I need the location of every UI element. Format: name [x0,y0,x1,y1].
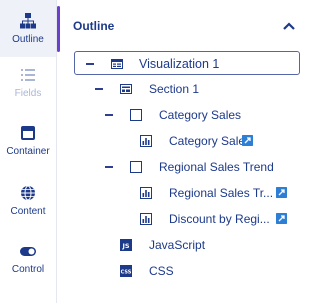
rail-item-container[interactable]: Container [0,116,56,164]
tree-node-javascript[interactable]: JS JavaScript [74,233,300,257]
external-link-icon[interactable] [276,213,287,224]
external-link-icon[interactable] [242,135,253,146]
tree-node-label: JavaScript [149,238,206,252]
css-icon: CSS [120,265,132,277]
globe-icon [21,185,35,201]
tree-node-label: Category Sales [159,108,242,122]
chart-icon [140,213,152,225]
tree-node-label: Regional Sales Trend [159,160,274,174]
outline-panel: Outline Visualization 1 Section 1 Catego… [60,0,303,303]
left-rail: Outline Fields Container Content Control [0,0,56,303]
external-link-icon[interactable] [276,187,287,198]
tree-node-section[interactable]: Section 1 [74,77,300,101]
rail-item-fields[interactable]: Fields [0,58,56,106]
rail-item-label: Control [11,264,45,275]
javascript-icon: JS [120,239,132,251]
collapse-toggle[interactable] [95,88,103,90]
tree-node-visualization[interactable]: Visualization 1 [74,51,300,75]
tree-node-chart[interactable]: Regional Sales Tr... [74,181,300,205]
collapse-toggle[interactable] [105,114,113,116]
tree-node-container[interactable]: Category Sales [74,103,300,127]
collapse-toggle[interactable] [86,63,94,65]
tree-node-label: Discount by Regi... [169,212,270,226]
toggle-icon [20,247,36,256]
rail-item-label: Container [6,146,50,157]
container-box-icon [130,109,142,121]
tree-node-container[interactable]: Regional Sales Trend [74,155,300,179]
section-icon [120,84,132,94]
visualization-icon [111,59,123,69]
svg-text:JS: JS [121,242,129,250]
container-box-icon [130,161,142,173]
list-icon [21,69,35,81]
rail-item-label: Fields [14,88,42,99]
tree-node-chart[interactable]: Category Sales [74,129,300,153]
collapse-toggle[interactable] [105,166,113,168]
rail-item-control[interactable]: Control [0,234,56,282]
tree-node-label: Category Sales [169,134,252,148]
tree-node-label: Visualization 1 [139,57,220,71]
tree-node-label: Section 1 [149,82,200,96]
hierarchy-icon [20,13,36,29]
rail-item-label: Content [10,206,46,217]
container-icon [21,126,35,140]
chart-icon [140,135,152,147]
chevron-up-icon[interactable] [282,20,296,32]
rail-item-content[interactable]: Content [0,176,56,224]
svg-text:CSS: CSS [121,270,132,276]
rail-item-label: Outline [12,34,44,45]
tree-node-label: Regional Sales Tr... [169,186,273,200]
panel-title: Outline [73,19,115,33]
tree-node-css[interactable]: CSS CSS [74,259,300,283]
tree-node-chart[interactable]: Discount by Regi... [74,207,300,231]
chart-icon [140,187,152,199]
tree-node-label: CSS [149,264,174,278]
rail-item-outline[interactable]: Outline [0,4,56,52]
